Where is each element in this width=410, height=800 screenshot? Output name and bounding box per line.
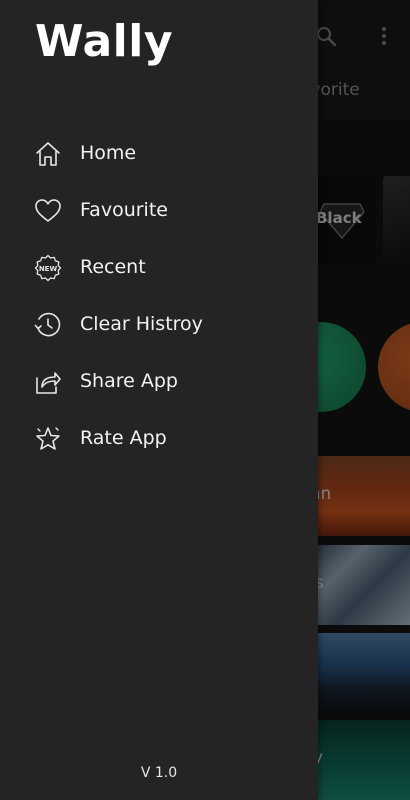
drawer-item-recent[interactable]: NEW Recent [0, 246, 318, 290]
history-icon [34, 311, 62, 339]
home-icon [34, 140, 62, 168]
drawer-item-favourite[interactable]: Favourite [0, 189, 318, 233]
drawer-item-rate-app[interactable]: Rate App [0, 417, 318, 461]
drawer-item-share-app[interactable]: Share App [0, 360, 318, 404]
heart-icon [34, 197, 62, 225]
app-version: V 1.0 [140, 765, 178, 781]
new-badge-icon: NEW [34, 254, 62, 282]
drawer-item-label: Clear Histroy [80, 313, 203, 335]
drawer-item-home[interactable]: Home [0, 132, 318, 176]
drawer-item-label: Home [80, 142, 137, 164]
drawer-item-label: Rate App [80, 427, 167, 449]
share-icon [34, 368, 62, 396]
svg-text:NEW: NEW [39, 265, 58, 273]
drawer-item-label: Recent [80, 256, 146, 278]
screen: avorite Black mn gs sy Wally [0, 0, 410, 800]
app-title: Wally [35, 16, 174, 67]
navigation-drawer: Wally Home Favourite NEW Recent Clear Hi… [0, 0, 318, 800]
star-icon [34, 425, 62, 453]
drawer-item-label: Share App [80, 370, 178, 392]
drawer-item-clear-history[interactable]: Clear Histroy [0, 303, 318, 347]
drawer-item-label: Favourite [80, 199, 168, 221]
